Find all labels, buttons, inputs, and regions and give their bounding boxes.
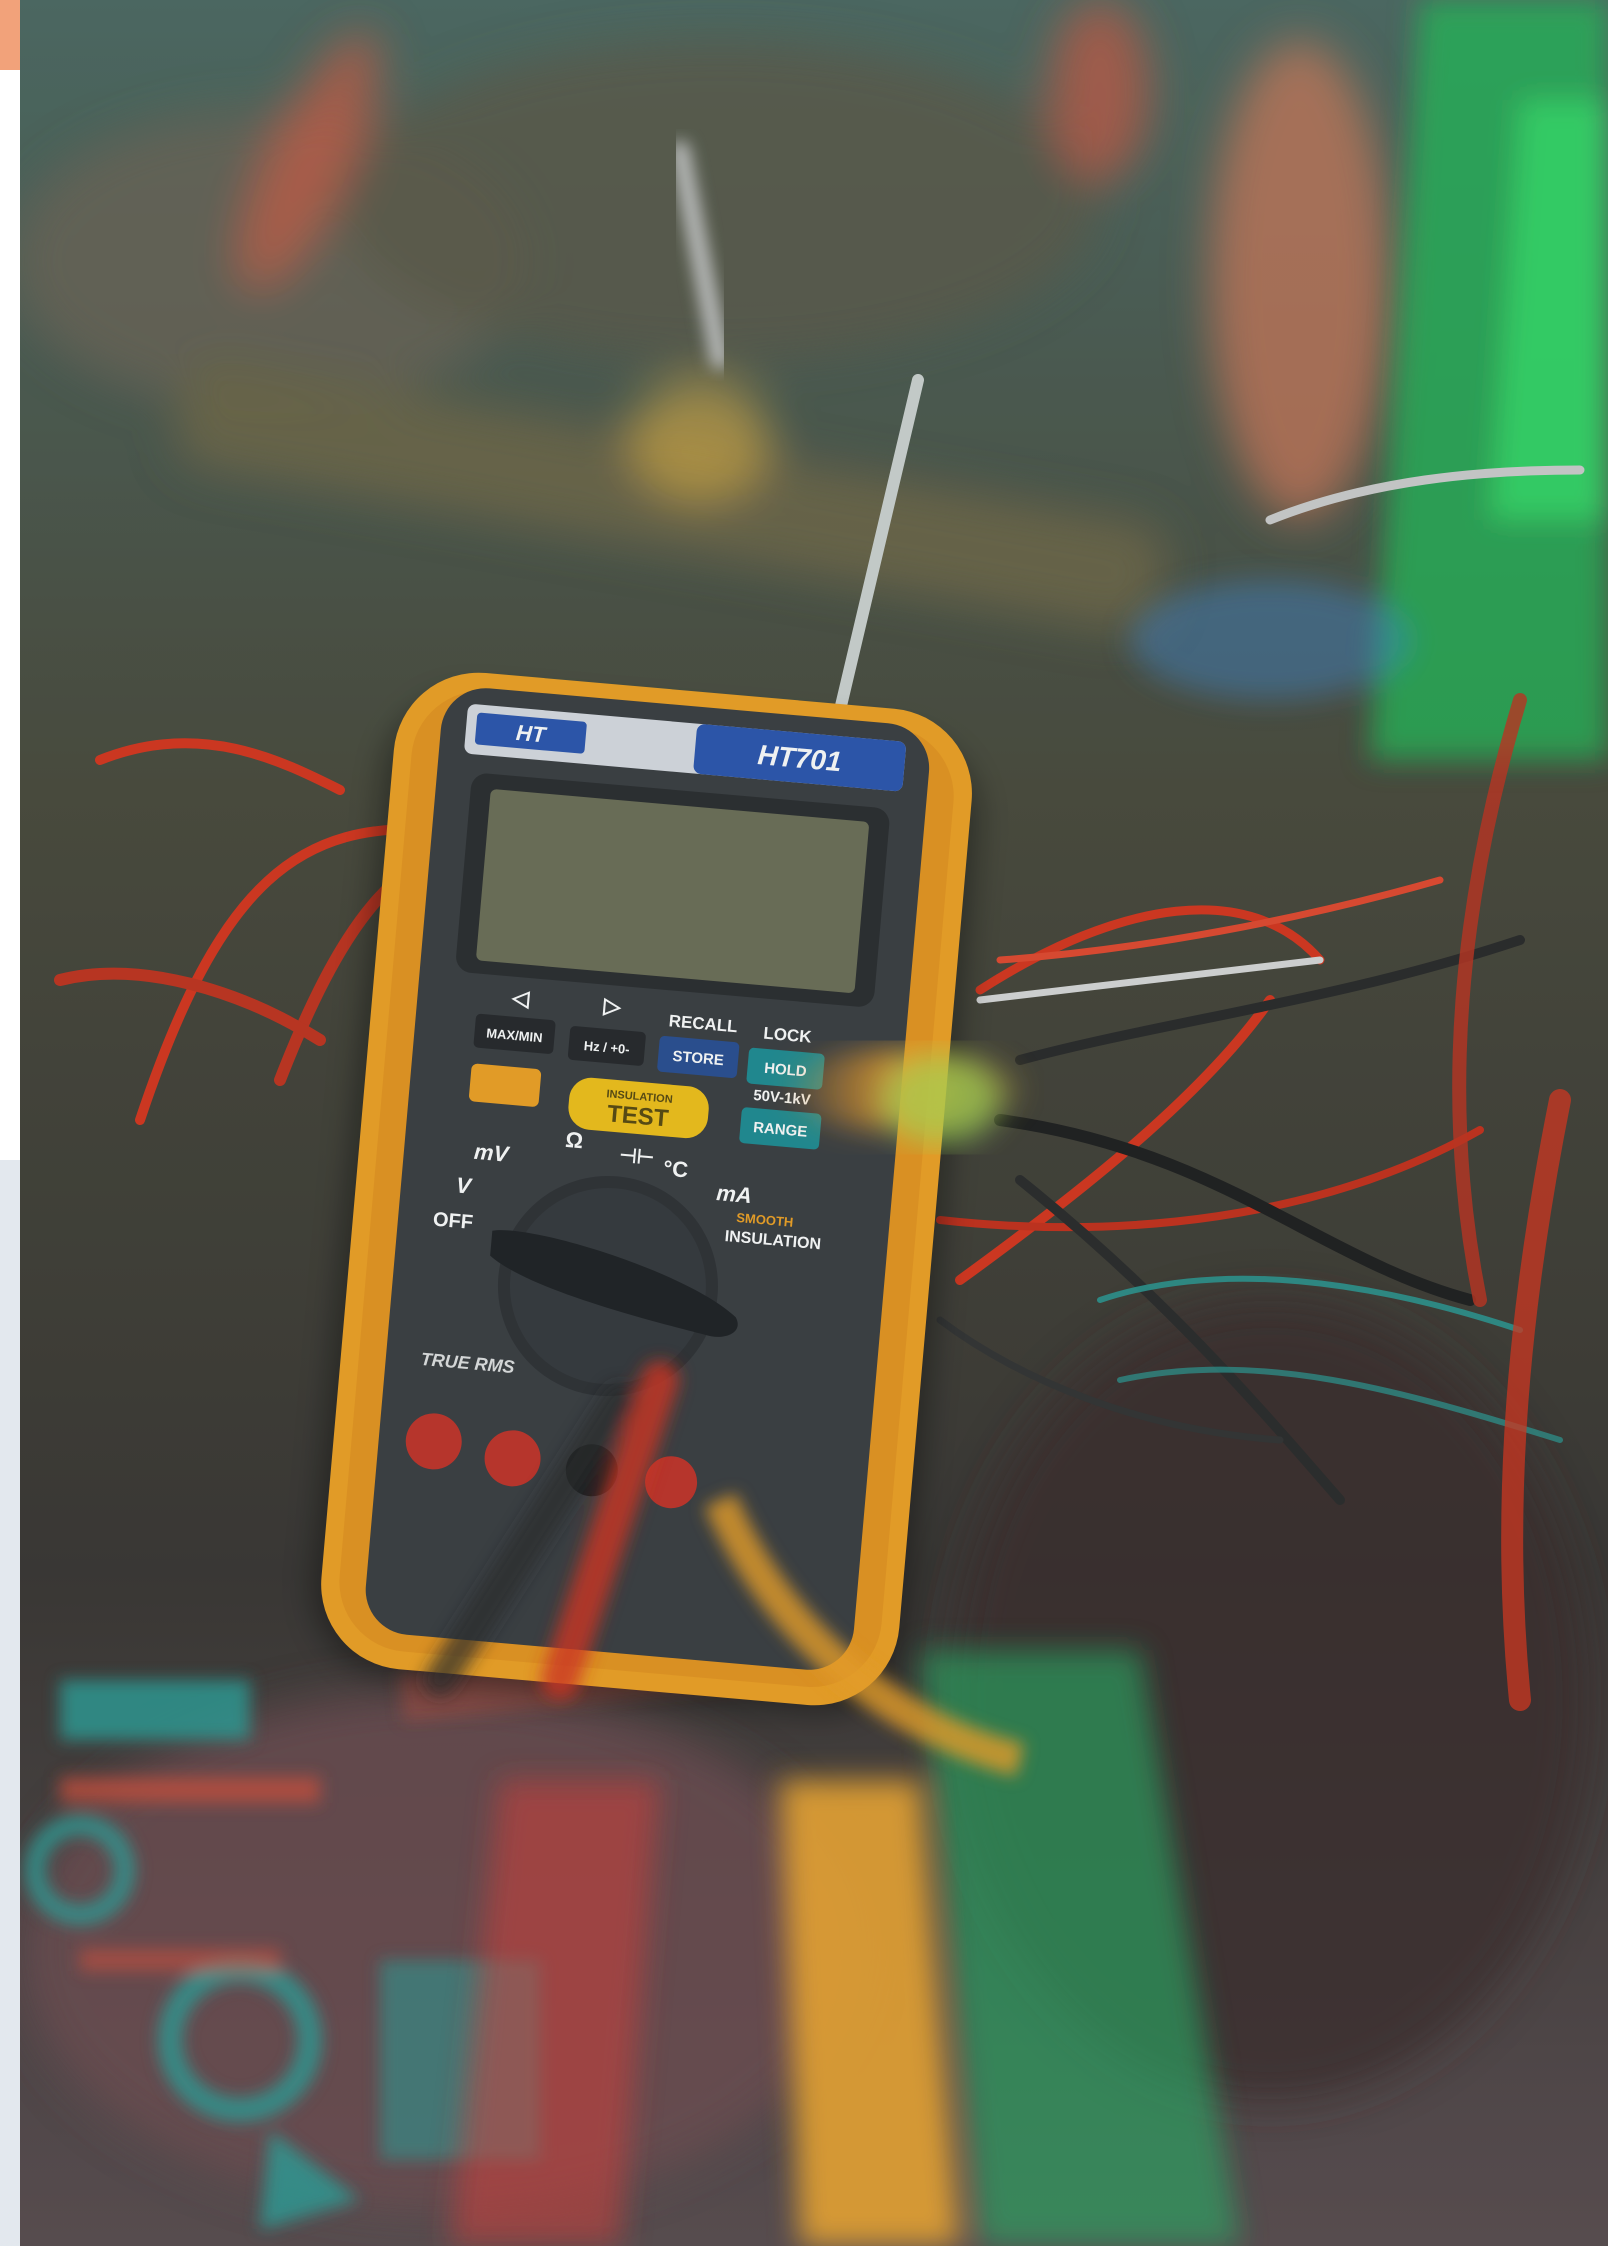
- photo-canvas: HT HT701 ◁ ▷ RECALL LOCK MAX/MIN Hz / +0…: [20, 0, 1608, 2246]
- edge-margin: [0, 70, 20, 1160]
- multimeter-photo: HT HT701 ◁ ▷ RECALL LOCK MAX/MIN Hz / +0…: [20, 0, 1608, 2246]
- edge-margin-lower: [0, 1160, 20, 2246]
- edge-accent-top: [0, 0, 20, 70]
- top-band: [20, 0, 1608, 70]
